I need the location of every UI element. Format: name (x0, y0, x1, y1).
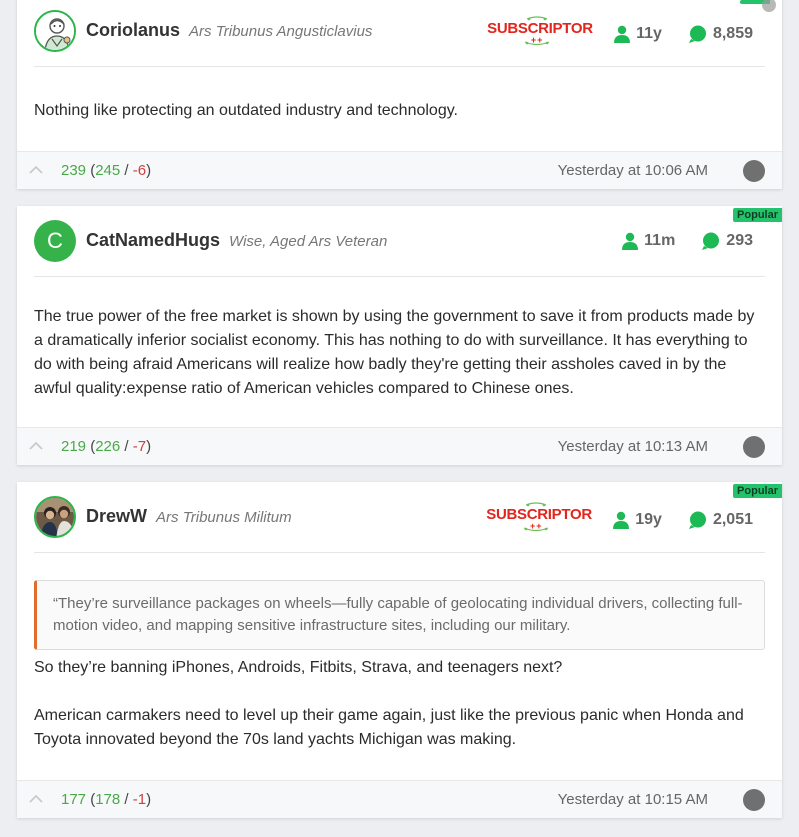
user-icon (622, 232, 639, 250)
vote-score: 177 (178 / -1) (61, 791, 152, 808)
timestamp[interactable]: Yesterday at 10:06 AM (558, 162, 708, 179)
chevron-up-icon[interactable] (29, 793, 43, 803)
username[interactable]: CatNamedHugs Wise, Aged Ars Veteran (86, 230, 387, 251)
comment-header: Coriolanus Ars Tribunus Angusticlavius S… (34, 0, 765, 67)
avatar[interactable] (34, 10, 76, 52)
user-stats: 11m 293 (595, 232, 753, 250)
user-icon (613, 511, 630, 529)
subscriptor-plus: ++ (530, 35, 544, 45)
speech-bubble-icon (702, 232, 720, 250)
chevron-up-icon[interactable] (29, 164, 43, 174)
username-text[interactable]: DrewW (86, 506, 147, 526)
chevron-up-icon[interactable] (29, 440, 43, 450)
username[interactable]: DrewW Ars Tribunus Militum (86, 506, 292, 527)
subscriptor-badge: SUBSCRIPTOR ++ (487, 16, 593, 46)
cartoon-avatar-icon (36, 12, 74, 50)
tenure-value: 11y (636, 25, 662, 42)
speech-bubble-icon (688, 25, 706, 43)
user-title: Wise, Aged Ars Veteran (229, 233, 388, 250)
comment-footer: 239 (245 / -6) Yesterday at 10:06 AM (17, 151, 782, 189)
username[interactable]: Coriolanus Ars Tribunus Angusticlavius (86, 20, 372, 41)
comment-card: Popular C CatNamedHugs Wise, Aged Ars Ve… (17, 206, 782, 465)
username-text[interactable]: Coriolanus (86, 20, 180, 40)
avatar[interactable] (34, 496, 76, 538)
speech-bubble-icon (688, 511, 706, 529)
more-options-icon[interactable] (743, 436, 765, 458)
comment-paragraph: American carmakers need to level up thei… (34, 707, 744, 748)
comment-footer: 177 (178 / -1) Yesterday at 10:15 AM (17, 780, 782, 818)
comment-footer: 219 (226 / -7) Yesterday at 10:13 AM (17, 427, 782, 465)
timestamp[interactable]: Yesterday at 10:13 AM (558, 438, 708, 455)
comment-card: Coriolanus Ars Tribunus Angusticlavius S… (17, 0, 782, 189)
comment-header: DrewW Ars Tribunus Militum SUBSCRIPTOR +… (34, 482, 765, 553)
net-score: 239 (61, 162, 87, 179)
subscriptor-badge: SUBSCRIPTOR ++ (486, 502, 592, 532)
username-text[interactable]: CatNamedHugs (86, 230, 220, 250)
post-count-stat: 2,051 (688, 511, 753, 529)
downvote-count: -1 (132, 791, 147, 808)
comment-body: Nothing like protecting an outdated indu… (34, 102, 458, 119)
tenure-value: 11m (644, 232, 676, 249)
upvote-count: 226 (95, 438, 121, 455)
tenure-stat: 11y (613, 25, 662, 43)
subscriptor-plus: ++ (529, 521, 543, 531)
post-count-stat: 8,859 (688, 25, 753, 43)
upvote-count: 178 (95, 791, 121, 808)
user-stats: SUBSCRIPTOR ++ 19y 2,051 (486, 502, 753, 532)
upvote-count: 245 (95, 162, 121, 179)
post-count-value: 8,859 (712, 25, 753, 42)
timestamp[interactable]: Yesterday at 10:15 AM (558, 791, 708, 808)
post-count-value: 293 (726, 232, 753, 249)
more-options-icon[interactable] (743, 789, 765, 811)
quote-block: “They’re surveillance packages on wheels… (34, 580, 765, 650)
user-title: Ars Tribunus Militum (156, 509, 292, 526)
tenure-value: 19y (635, 511, 662, 528)
user-icon (614, 25, 631, 43)
post-count-value: 2,051 (712, 511, 753, 528)
downvote-count: -7 (132, 438, 147, 455)
net-score: 219 (61, 438, 87, 455)
vote-score: 239 (245 / -6) (61, 162, 152, 179)
net-score: 177 (61, 791, 87, 808)
comment-paragraph: So they’re banning iPhones, Androids, Fi… (34, 659, 563, 676)
tenure-stat: 19y (612, 511, 662, 529)
comment-body: The true power of the free market is sho… (34, 308, 755, 397)
comment-header: C CatNamedHugs Wise, Aged Ars Veteran 11… (34, 206, 765, 277)
user-stats: SUBSCRIPTOR ++ 11y 8,859 (487, 16, 753, 46)
comment-body: So they’re banning iPhones, Androids, Fi… (34, 656, 765, 752)
user-title: Ars Tribunus Angusticlavius (189, 23, 373, 40)
more-options-icon[interactable] (743, 160, 765, 182)
photo-avatar-icon (36, 498, 74, 536)
tenure-stat: 11m (621, 232, 675, 250)
comment-card: Popular DrewW Ars Tribunus Militum SUBSC… (17, 482, 782, 818)
post-count-stat: 293 (701, 232, 753, 250)
vote-score: 219 (226 / -7) (61, 438, 152, 455)
avatar[interactable]: C (34, 220, 76, 262)
downvote-count: -6 (132, 162, 147, 179)
